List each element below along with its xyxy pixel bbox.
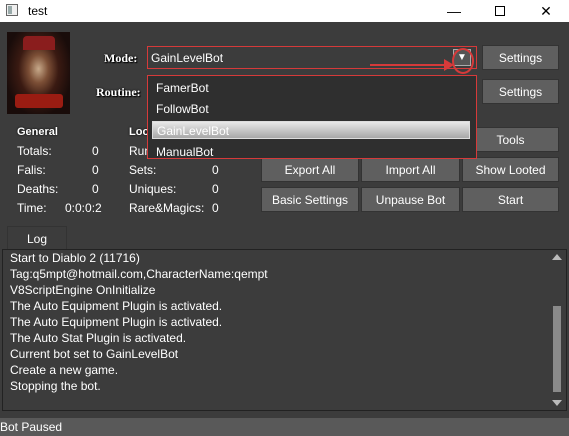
routine-settings-button[interactable]: Settings [482, 79, 559, 104]
time-label: Time: [17, 201, 47, 215]
annotation-arrow-line [370, 64, 452, 66]
log-line: Create a new game. [10, 363, 119, 377]
start-button[interactable]: Start [462, 187, 559, 212]
log-line: The Auto Equipment Plugin is activated. [10, 299, 223, 313]
mode-option-famerbot[interactable]: FamerBot [152, 79, 470, 97]
scrollbar-thumb[interactable] [553, 306, 561, 392]
mode-option-followbot[interactable]: FollowBot [152, 100, 470, 118]
rare-magics-value: 0 [212, 201, 219, 215]
log-panel: Start to Diablo 2 (11716) Tag:q5mpt@hotm… [2, 249, 567, 411]
sets-label: Sets: [129, 163, 157, 177]
log-line: Tag:q5mpt@hotmail.com,CharacterName:qemp… [10, 267, 268, 281]
totals-value: 0 [92, 144, 99, 158]
time-value: 0:0:0:2 [65, 201, 102, 215]
mode-dropdown-list: FamerBot FollowBot GainLevelBot ManualBo… [147, 75, 477, 159]
deaths-label: Deaths: [17, 182, 59, 196]
log-line: V8ScriptEngine OnInitialize [10, 283, 156, 297]
totals-label: Totals: [17, 144, 52, 158]
uniques-label: Uniques: [129, 182, 177, 196]
log-line: Stopping the bot. [10, 379, 101, 393]
scroll-down-icon[interactable] [552, 400, 562, 406]
log-line: The Auto Stat Plugin is activated. [10, 331, 187, 345]
sets-value: 0 [212, 163, 219, 177]
avatar-crown [23, 36, 55, 50]
status-bar: Bot Paused [0, 418, 569, 436]
general-header: General [17, 126, 58, 138]
character-avatar [7, 32, 70, 114]
basic-settings-button[interactable]: Basic Settings [261, 187, 359, 212]
annotation-arrow-head [444, 59, 454, 71]
log-line: Start to Diablo 2 (11716) [10, 251, 140, 265]
annotation-circle [452, 48, 474, 74]
maximize-icon [495, 6, 505, 16]
app-icon [6, 4, 18, 16]
maximize-button[interactable] [477, 0, 523, 22]
log-line: The Auto Equipment Plugin is activated. [10, 315, 223, 329]
mode-combobox-value: GainLevelBot [151, 51, 224, 65]
tab-log[interactable]: Log [7, 226, 67, 250]
scroll-up-icon[interactable] [552, 254, 562, 260]
show-looted-button[interactable]: Show Looted [462, 157, 559, 182]
mode-settings-button[interactable]: Settings [482, 45, 559, 70]
unpause-bot-button[interactable]: Unpause Bot [361, 187, 460, 212]
avatar-logo [15, 94, 63, 108]
status-text: Bot Paused [0, 420, 63, 434]
mode-label: Mode: [104, 51, 138, 65]
uniques-value: 0 [212, 182, 219, 196]
fails-value: 0 [92, 163, 99, 177]
window-title: test [28, 4, 48, 18]
mode-option-manualbot[interactable]: ManualBot [152, 143, 470, 161]
minimize-button[interactable]: — [431, 0, 477, 22]
deaths-value: 0 [92, 182, 99, 196]
title-bar: test — ✕ [0, 0, 569, 22]
log-line: Current bot set to GainLevelBot [10, 347, 179, 361]
mode-option-gainlevelbot[interactable]: GainLevelBot [152, 121, 470, 139]
routine-label: Routine: [96, 85, 141, 99]
fails-label: Falis: [17, 163, 46, 177]
close-button[interactable]: ✕ [523, 0, 569, 22]
log-scrollbar[interactable] [550, 252, 564, 408]
rare-magics-label: Rare&Magics: [129, 201, 205, 215]
